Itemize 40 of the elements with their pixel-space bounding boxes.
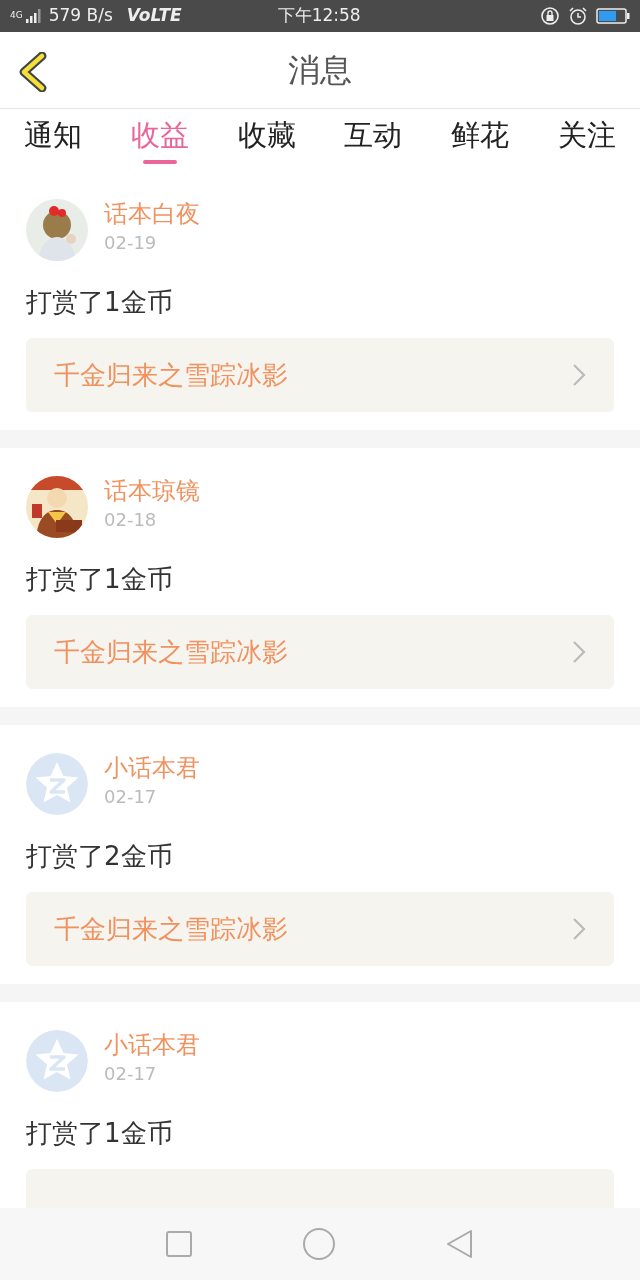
signal-icon xyxy=(24,8,41,24)
chevron-right-icon xyxy=(572,363,586,387)
message-date: 02-17 xyxy=(104,1061,158,1086)
chevron-right-icon xyxy=(572,640,586,664)
user-name[interactable]: 小话本君 xyxy=(104,1031,200,1060)
user-name[interactable]: 话本琼镜 xyxy=(104,477,200,506)
tab[interactable]: 收益 xyxy=(120,114,199,166)
message-text: 打赏了1金币 xyxy=(26,1117,174,1150)
page-title: 消息 xyxy=(288,50,352,91)
status-time: 下午12:58 xyxy=(277,4,361,28)
message-date: 02-19 xyxy=(104,230,158,255)
alarm-icon xyxy=(568,6,588,26)
message-date: 02-18 xyxy=(104,507,158,532)
chevron-right-icon xyxy=(572,917,586,941)
avatar-icon xyxy=(26,1030,88,1092)
volte-label: VoLTE xyxy=(126,4,182,28)
battery-icon xyxy=(596,7,630,25)
book-link-card[interactable]: 千金归来之雪踪冰影 xyxy=(26,615,614,689)
tab[interactable]: 鲜花 xyxy=(441,114,520,166)
tab[interactable]: 关注 xyxy=(548,114,626,166)
network-label: 4G xyxy=(10,9,23,23)
message-text: 打赏了1金币 xyxy=(26,563,174,596)
tab[interactable]: 互动 xyxy=(334,114,413,166)
network-speed: 579 B/s xyxy=(48,4,113,28)
avatar-icon xyxy=(26,753,88,815)
home-icon[interactable] xyxy=(302,1227,336,1261)
message-date: 02-17 xyxy=(104,784,158,809)
rotation-lock-icon xyxy=(540,6,560,26)
book-title: 千金归来之雪踪冰影 xyxy=(54,358,288,392)
user-name[interactable]: 话本白夜 xyxy=(104,200,200,229)
tab[interactable]: 收藏 xyxy=(227,114,306,166)
square-icon[interactable] xyxy=(164,1230,193,1258)
message-text: 打赏了2金币 xyxy=(26,840,174,873)
tab[interactable]: 通知 xyxy=(14,114,92,166)
book-link-card[interactable]: 千金归来之雪踪冰影 xyxy=(26,338,614,412)
book-title: 千金归来之雪踪冰影 xyxy=(54,635,288,669)
book-title: 千金归来之雪踪冰影 xyxy=(54,912,288,946)
book-link-card[interactable]: 千金归来之雪踪冰影 xyxy=(26,892,614,966)
message-text: 打赏了1金币 xyxy=(26,286,174,319)
user-name[interactable]: 小话本君 xyxy=(104,754,200,783)
